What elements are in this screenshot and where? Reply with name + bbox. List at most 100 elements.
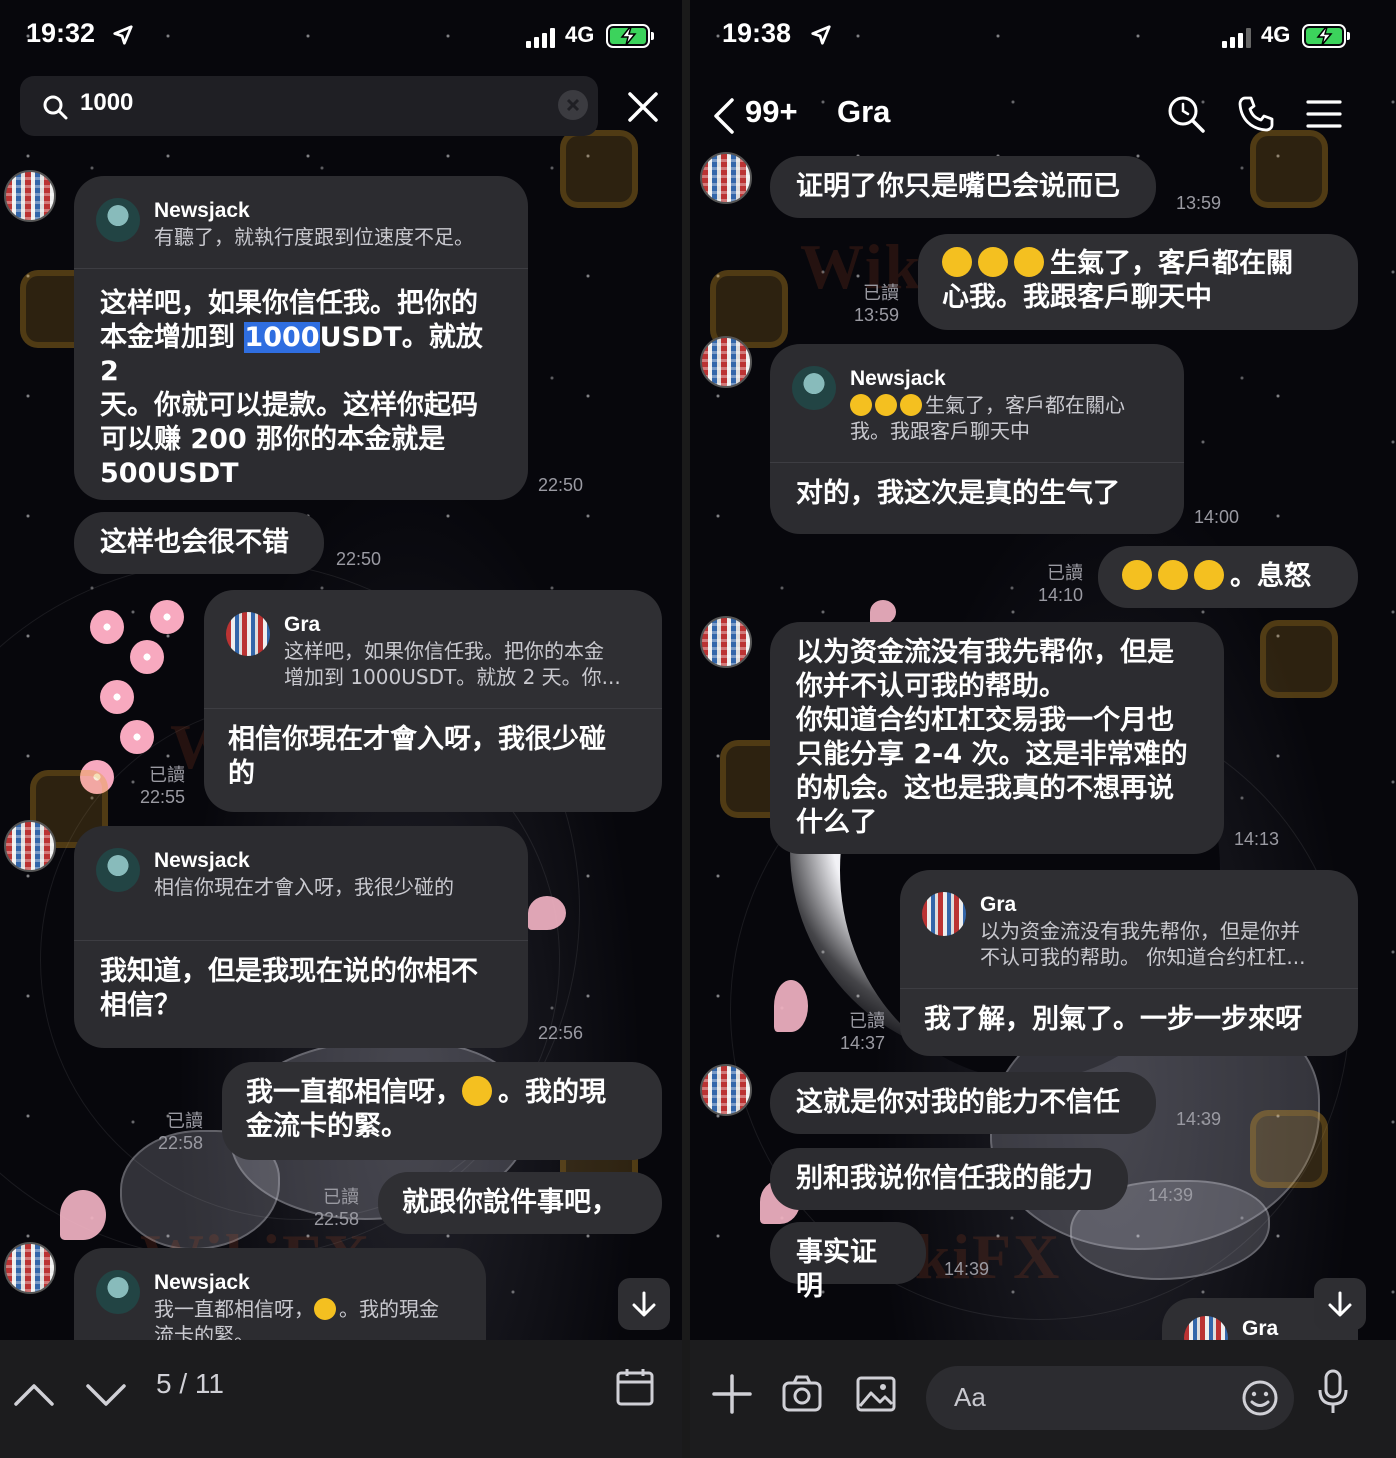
arrow-down-icon (632, 1291, 656, 1317)
previous-result-button[interactable] (14, 1374, 54, 1414)
search-highlight: 1000 (244, 322, 320, 353)
search-navigation-bar: 5 / 11 (0, 1340, 682, 1458)
avatar[interactable] (4, 170, 56, 222)
search-icon (43, 95, 68, 120)
message-read-time: 已讀 22:58 (158, 1110, 203, 1154)
avatar[interactable] (700, 336, 752, 388)
message-time: 22:55 (140, 787, 186, 807)
unread-count[interactable]: 99+ (745, 94, 798, 130)
message-text: 我一直都相信呀， 。我的現 金流卡的緊。 (222, 1062, 662, 1144)
message-text-part: 。息怒 (1230, 561, 1311, 592)
battery-charging-icon (1302, 24, 1350, 48)
back-button[interactable] (710, 96, 738, 136)
quote-sender-name: Newsjack (850, 367, 946, 390)
quote-text: 生氣了，客戶都在關心 我。我跟客戶聊天中 (850, 392, 1162, 444)
avatar[interactable] (4, 1242, 56, 1294)
message-read-time: 已讀 13:59 (854, 282, 899, 326)
camera-icon[interactable] (780, 1372, 824, 1416)
status-time: 19:38 (722, 18, 792, 48)
message-read-time: 已讀 22:55 (140, 764, 185, 808)
message-time: 14:39 (1176, 1109, 1222, 1129)
quote-sender-name: Newsjack (154, 1271, 250, 1294)
avatar (922, 892, 966, 936)
message-input[interactable]: Aa (926, 1366, 1294, 1430)
watermark-logo (560, 130, 638, 208)
quote-sender-name: Newsjack (154, 849, 250, 872)
message-text: 这就是你对我的能力不信任 (796, 1087, 1120, 1118)
message-bubble[interactable]: 。息怒 (1098, 546, 1358, 608)
sakura-petal (774, 980, 808, 1032)
avatar[interactable] (700, 616, 752, 668)
message-bubble[interactable]: 以为资金流没有我先帮你，但是 你并不认可我的帮助。 你知道合约杠杠交易我一个月也… (770, 622, 1224, 854)
clear-icon (566, 98, 580, 112)
message-text: 证明了你只是嘴巴会说而已 (796, 171, 1120, 202)
weary-face-emoji-icon (1194, 560, 1224, 590)
message-bubble[interactable]: Gra 这样吧，如果你信任我。把你的本金 增加到 1000USDT。就放 2 天… (204, 590, 662, 812)
sakura-flower (130, 640, 164, 674)
message-text: 我了解，別氣了。一步一步來呀 (924, 1004, 1302, 1035)
message-bubble[interactable]: 就跟你說件事吧， (378, 1172, 662, 1234)
phone-icon[interactable] (1236, 94, 1276, 134)
calendar-button[interactable] (614, 1366, 656, 1408)
search-field[interactable]: 1000 (20, 76, 598, 136)
message-bubble[interactable]: 这就是你对我的能力不信任 (770, 1072, 1156, 1134)
message-bubble[interactable]: 生氣了，客戶都在關 心我。我跟客戶聊天中 (918, 234, 1358, 330)
message-text: 这样也会很不错 (100, 527, 289, 558)
next-result-button[interactable] (86, 1374, 126, 1414)
message-bubble[interactable]: 我一直都相信呀， 。我的現 金流卡的緊。 (222, 1062, 662, 1160)
message-bubble[interactable]: 事实证明 (770, 1222, 926, 1302)
message-bubble[interactable]: Newsjack 有聽了，就執行度跟到位速度不足。 这样吧，如果你信任我。把你的… (74, 176, 528, 500)
message-time: 14:39 (1148, 1185, 1194, 1205)
avatar (792, 366, 836, 410)
message-bubble[interactable]: Gra 以为资金流没有我先帮你，但是你并 不认可我的帮助。 你知道合约杠杠...… (900, 870, 1358, 1056)
message-text: 这样吧，如果你信任我。把你的 本金增加到 1000USDT。就放 2 天。你就可… (74, 269, 528, 491)
reply-quote[interactable]: Newsjack 生氣了，客戶都在關心 我。我跟客戶聊天中 (770, 344, 1184, 463)
weary-face-emoji-icon (1122, 560, 1152, 590)
emoji-icon[interactable] (1240, 1378, 1280, 1418)
quote-sender-name: Gra (284, 613, 321, 636)
watermark-logo (1250, 130, 1328, 208)
read-receipt: 已讀 (1047, 563, 1084, 583)
crying-face-emoji-icon (314, 1298, 336, 1320)
message-bubble[interactable]: 这样也会很不错 (74, 512, 324, 574)
network-type: 4G (1261, 22, 1291, 47)
avatar[interactable] (700, 152, 752, 204)
close-search-button[interactable] (622, 88, 662, 128)
clear-search-button[interactable] (558, 90, 588, 120)
read-receipt: 已讀 (849, 1011, 886, 1031)
message-time: 22:50 (336, 549, 382, 569)
message-bubble[interactable]: Newsjack 生氣了，客戶都在關心 我。我跟客戶聊天中 对的，我这次是真的生… (770, 344, 1184, 534)
image-icon[interactable] (854, 1372, 898, 1416)
menu-icon[interactable] (1304, 94, 1344, 134)
microphone-icon[interactable] (1316, 1368, 1350, 1416)
reply-quote[interactable]: Gra 以为资金流没有我先帮你，但是你并 不认可我的帮助。 你知道合约杠杠... (900, 870, 1358, 989)
quote-text: 以为资金流没有我先帮你，但是你并 不认可我的帮助。 你知道合约杠杠... (980, 919, 1306, 969)
plus-icon[interactable] (710, 1372, 754, 1416)
read-receipt: 已讀 (149, 765, 186, 785)
reply-quote[interactable]: Gra 这样吧，如果你信任我。把你的本金 增加到 1000USDT。就放 2 天… (204, 590, 662, 709)
message-input-placeholder: Aa (954, 1382, 986, 1412)
search-results-panel: WikiFX WikiFX WikiFX 19:32 4G 1000 Newsj… (0, 0, 682, 1458)
read-receipt: 已讀 (863, 283, 900, 303)
quote-text: 这样吧，如果你信任我。把你的本金 增加到 1000USDT。就放 2 天。你..… (284, 639, 621, 689)
avatar[interactable] (4, 820, 56, 872)
sakura-petal (870, 600, 896, 624)
reply-quote[interactable]: Newsjack 相信你現在才會入呀，我很少碰的 (74, 826, 528, 941)
search-input[interactable]: 1000 (80, 89, 133, 117)
scroll-to-bottom-button[interactable] (618, 1278, 670, 1330)
reply-quote[interactable]: Newsjack 有聽了，就執行度跟到位速度不足。 (74, 176, 528, 269)
message-text: 事实证明 (796, 1237, 877, 1302)
scroll-to-bottom-button[interactable] (1314, 1278, 1366, 1330)
sakura-flower (90, 610, 124, 644)
search-icon[interactable] (1166, 94, 1206, 134)
message-bubble[interactable]: 别和我说你信任我的能力 (770, 1148, 1128, 1210)
message-time: 22:56 (538, 1023, 584, 1043)
message-bubble[interactable]: 证明了你只是嘴巴会说而已 (770, 156, 1156, 218)
message-bubble[interactable]: Newsjack 相信你現在才會入呀，我很少碰的 我知道，但是我现在说的你相不 … (74, 826, 528, 1048)
chat-panel: WikiFX WikiFX 19:38 4G 99+ Gra 证明了你只是嘴巴会… (690, 0, 1396, 1458)
sakura-flower (100, 680, 134, 714)
avatar[interactable] (700, 1064, 752, 1116)
quote-text: 相信你現在才會入呀，我很少碰的 (154, 875, 454, 899)
weary-face-emoji-icon (1158, 560, 1188, 590)
chat-title[interactable]: Gra (837, 94, 890, 130)
